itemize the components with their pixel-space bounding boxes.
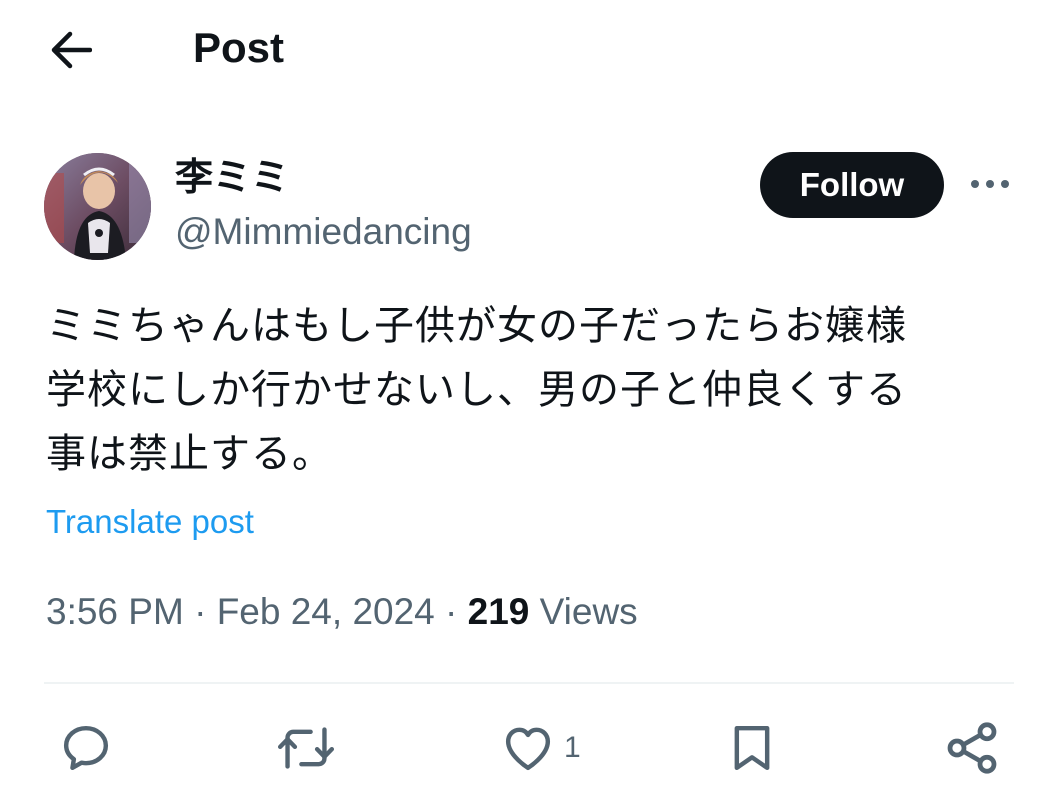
post-text: ミミちゃんはもし子供が女の子だったらお嬢様 学校にしか行かせないし、男の子と仲良… (46, 294, 1036, 486)
arrow-left-icon (51, 31, 92, 69)
avatar[interactable] (44, 153, 151, 260)
like-count: 1 (564, 731, 581, 764)
meta-separator: · (183, 591, 217, 632)
top-bar: Post (0, 0, 1058, 100)
divider (44, 682, 1014, 684)
bookmark-icon (734, 725, 770, 771)
page-title: Post (193, 24, 285, 71)
share-icon (947, 722, 997, 774)
like-button[interactable]: 1 (500, 716, 581, 780)
more-options-button[interactable] (962, 160, 1018, 208)
back-button[interactable] (40, 24, 100, 76)
reply-icon (63, 725, 109, 771)
share-button[interactable] (942, 716, 1002, 780)
post-time[interactable]: 3:56 PM (46, 591, 184, 632)
heart-icon (505, 727, 551, 771)
post-text-line: 事は禁止する。 (46, 431, 333, 477)
post-date[interactable]: Feb 24, 2024 (217, 591, 435, 632)
display-name[interactable]: 李ミミ (175, 152, 289, 202)
username-handle[interactable]: @Mimmiedancing (175, 208, 472, 256)
more-horizontal-icon (971, 180, 1009, 188)
reply-button[interactable] (58, 716, 114, 780)
post-text-line: ミミちゃんはもし子供が女の子だったらお嬢様 (46, 303, 907, 349)
views-label: Views (529, 591, 638, 632)
meta-separator: · (434, 591, 468, 632)
bookmark-button[interactable] (724, 716, 780, 780)
follow-button[interactable]: Follow (760, 152, 944, 218)
post-text-line: 学校にしか行かせないし、男の子と仲良くする (46, 367, 907, 413)
translate-post-link[interactable]: Translate post (46, 500, 254, 544)
avatar-image (44, 153, 151, 260)
retweet-button[interactable] (276, 716, 336, 780)
views-count: 219 (467, 591, 530, 632)
post-metadata: 3:56 PM · Feb 24, 2024 · 219 Views (46, 588, 638, 636)
retweet-icon (277, 727, 335, 769)
